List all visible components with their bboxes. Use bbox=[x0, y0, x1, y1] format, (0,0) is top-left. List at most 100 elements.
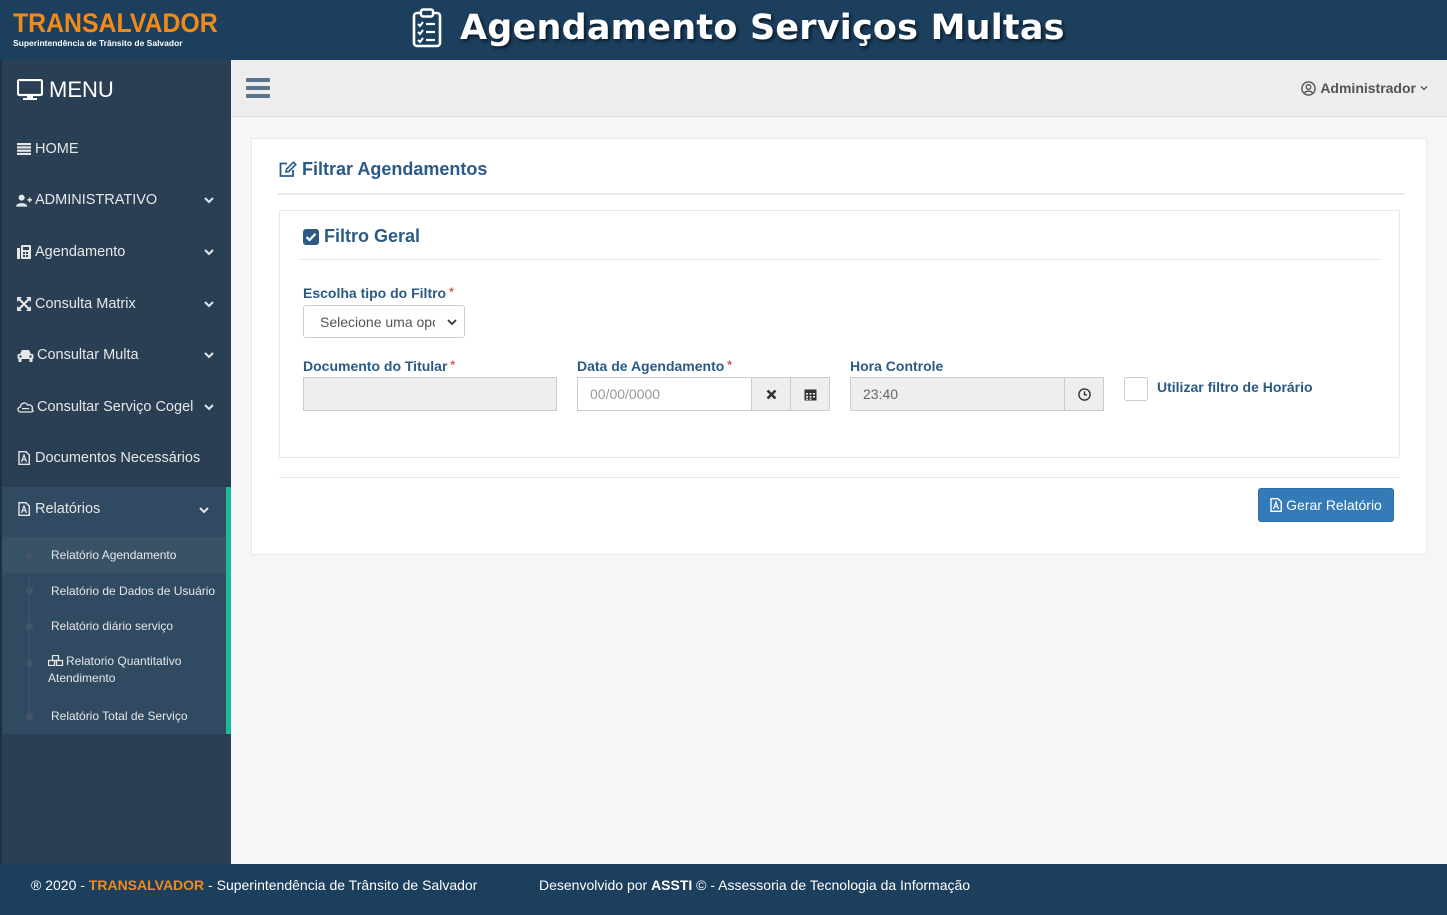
menu-toggle-icon[interactable] bbox=[246, 78, 270, 98]
footer-brand: TRANSALVADOR bbox=[88, 877, 205, 893]
clipboard-list-icon bbox=[412, 8, 442, 48]
submenu-item-relatorio-quantitativo-atendimento[interactable]: Relatorio Quantitativo Atendimento bbox=[2, 653, 226, 689]
menu-title: MENU bbox=[49, 77, 114, 102]
sidebar-item-label: Consultar Multa bbox=[37, 347, 139, 363]
documento-label: Documento do Titular * bbox=[303, 358, 455, 374]
data-agendamento-input[interactable]: 00/00/0000 bbox=[577, 377, 752, 411]
horario-filter-checkbox[interactable] bbox=[1124, 377, 1148, 401]
menu-header: MENU bbox=[2, 60, 231, 120]
filter-panel: Filtrar Agendamentos Filtro Geral Escolh… bbox=[251, 138, 1427, 555]
clock-button[interactable] bbox=[1064, 377, 1104, 411]
submenu-bullet bbox=[26, 660, 33, 667]
filter-geral-title: Filtro Geral bbox=[303, 226, 420, 247]
submenu-item-relatorio-dados-usuario[interactable]: Relatório de Dados de Usuário bbox=[2, 573, 226, 608]
sidebar-item-agendamento[interactable]: Agendamento bbox=[2, 235, 231, 269]
sidebar-group-relatorios: Relatórios Relatório Agendamento Relatór… bbox=[2, 487, 231, 734]
divider bbox=[279, 477, 1400, 478]
panel-title: Filtrar Agendamentos bbox=[278, 159, 487, 180]
submenu-bullet bbox=[26, 713, 33, 720]
footer-developer-suffix: © - Assessoria de Tecnologia da Informaç… bbox=[692, 877, 971, 893]
car-icon bbox=[16, 347, 34, 363]
sidebar-item-administrativo[interactable]: ADMINISTRATIVO bbox=[2, 183, 231, 217]
documento-label-text: Documento do Titular bbox=[303, 358, 448, 374]
submenu-bullet bbox=[26, 587, 33, 594]
sidebar-item-relatorios[interactable]: Relatórios bbox=[2, 487, 226, 531]
filter-type-select[interactable]: Selecione uma opção bbox=[303, 305, 465, 338]
chevron-down-icon bbox=[1420, 86, 1428, 91]
clear-date-button[interactable] bbox=[751, 377, 791, 411]
footer-copyright-prefix: ® 2020 - bbox=[31, 877, 89, 893]
sidebar-item-consulta-matrix[interactable]: Consulta Matrix bbox=[2, 287, 231, 321]
submenu-item-label: Relatório Total de Serviço bbox=[51, 709, 188, 723]
submenu-item-label: Relatorio Quantitativo Atendimento bbox=[48, 654, 182, 685]
submenu-item-label: Relatório de Dados de Usuário bbox=[51, 583, 216, 598]
edit-icon bbox=[279, 161, 297, 177]
sidebar-item-consultar-servico-cogel[interactable]: Consultar Serviço Cogel bbox=[2, 390, 231, 424]
sidebar-item-label: ADMINISTRATIVO bbox=[35, 192, 158, 208]
user-menu[interactable]: Administrador bbox=[1301, 80, 1433, 96]
panel-title-text: Filtrar Agendamentos bbox=[302, 159, 488, 179]
submenu-item-label: Relatório Agendamento bbox=[51, 548, 177, 562]
app-title: Agendamento Serviços Multas bbox=[460, 8, 1065, 48]
sidebar-item-home[interactable]: HOME bbox=[2, 132, 231, 166]
chevron-down-icon bbox=[204, 249, 214, 256]
sidebar-item-consultar-multa[interactable]: Consultar Multa bbox=[2, 338, 231, 372]
chevron-down-icon bbox=[204, 197, 214, 204]
divider bbox=[278, 193, 1405, 195]
list-icon bbox=[16, 141, 32, 157]
horario-filter-label[interactable]: Utilizar filtro de Horário bbox=[1157, 379, 1313, 395]
submenu-bullet bbox=[26, 552, 33, 559]
transalvador-logo[interactable]: TRANSALVADOR Superintendência de Trânsit… bbox=[13, 9, 236, 48]
divider bbox=[298, 259, 1382, 260]
filter-type-label: Escolha tipo do Filtro * bbox=[303, 285, 454, 301]
cloud-icon bbox=[16, 399, 34, 415]
expand-icon bbox=[16, 296, 32, 312]
sidebar-item-documentos-necessarios[interactable]: Documentos Necessários bbox=[2, 441, 231, 475]
chevron-down-icon bbox=[204, 301, 214, 308]
required-mark: * bbox=[450, 358, 456, 372]
gerar-relatorio-label: Gerar Relatório bbox=[1286, 497, 1382, 513]
user-plus-icon bbox=[16, 192, 32, 208]
sidebar-item-label: Consultar Serviço Cogel bbox=[37, 399, 194, 415]
required-mark: * bbox=[449, 285, 454, 299]
documento-titular-input[interactable] bbox=[303, 377, 557, 411]
submenu-item-relatorio-total-servico[interactable]: Relatório Total de Serviço bbox=[2, 698, 226, 734]
desktop-icon bbox=[17, 79, 43, 100]
submenu-item-relatorio-diario-servico[interactable]: Relatório diário serviço bbox=[2, 608, 226, 644]
footer-developer-brand: ASSTI bbox=[651, 877, 693, 893]
submenu-bullet bbox=[26, 623, 33, 630]
required-mark: * bbox=[727, 358, 732, 372]
sidebar-item-label: Agendamento bbox=[35, 244, 126, 260]
footer-developer: Desenvolvido por ASSTI © - Assessoria de… bbox=[539, 877, 970, 893]
filter-geral-title-text: Filtro Geral bbox=[324, 226, 421, 246]
user-name: Administrador bbox=[1320, 80, 1416, 96]
footer-copyright: ® 2020 - TRANSALVADOR - Superintendência… bbox=[31, 877, 477, 893]
data-agendamento-label: Data de Agendamento * bbox=[577, 358, 732, 374]
hora-controle-input[interactable]: 23:40 bbox=[850, 377, 1065, 411]
sidebar-item-label: Consulta Matrix bbox=[35, 296, 136, 312]
file-pdf-icon bbox=[1270, 498, 1283, 512]
chevron-down-icon bbox=[447, 319, 457, 326]
close-icon bbox=[766, 389, 776, 399]
filter-type-label-text: Escolha tipo do Filtro bbox=[303, 285, 447, 301]
checked-square-icon bbox=[303, 228, 319, 245]
chevron-down-icon bbox=[204, 352, 214, 359]
filter-geral-box: Filtro Geral Escolha tipo do Filtro * Sel… bbox=[279, 210, 1400, 458]
footer-copyright-suffix: - Superintendência de Trânsito de Salvad… bbox=[204, 877, 478, 893]
file-pdf-icon bbox=[16, 501, 32, 517]
footer: ® 2020 - TRANSALVADOR - Superintendência… bbox=[0, 864, 1447, 915]
logo-text: TRANSALVADOR bbox=[13, 8, 218, 38]
chevron-down-icon bbox=[199, 507, 209, 514]
footer-developer-prefix: Desenvolvido por bbox=[539, 877, 652, 893]
cubes-icon bbox=[47, 654, 64, 667]
app-title-group: Agendamento Serviços Multas bbox=[412, 8, 1065, 48]
top-header: TRANSALVADOR Superintendência de Trânsit… bbox=[0, 0, 1447, 60]
submenu-item-relatorio-agendamento[interactable]: Relatório Agendamento bbox=[2, 537, 226, 573]
gerar-relatorio-button[interactable]: Gerar Relatório bbox=[1258, 488, 1394, 522]
logo-subtitle: Superintendência de Trânsito de Salvador bbox=[13, 38, 183, 48]
sidebar-item-label: Relatórios bbox=[35, 501, 101, 517]
hora-controle-label: Hora Controle bbox=[850, 358, 944, 374]
open-calendar-button[interactable] bbox=[790, 377, 830, 411]
chevron-down-icon bbox=[204, 404, 214, 411]
data-agendamento-label-text: Data de Agendamento bbox=[577, 358, 725, 374]
